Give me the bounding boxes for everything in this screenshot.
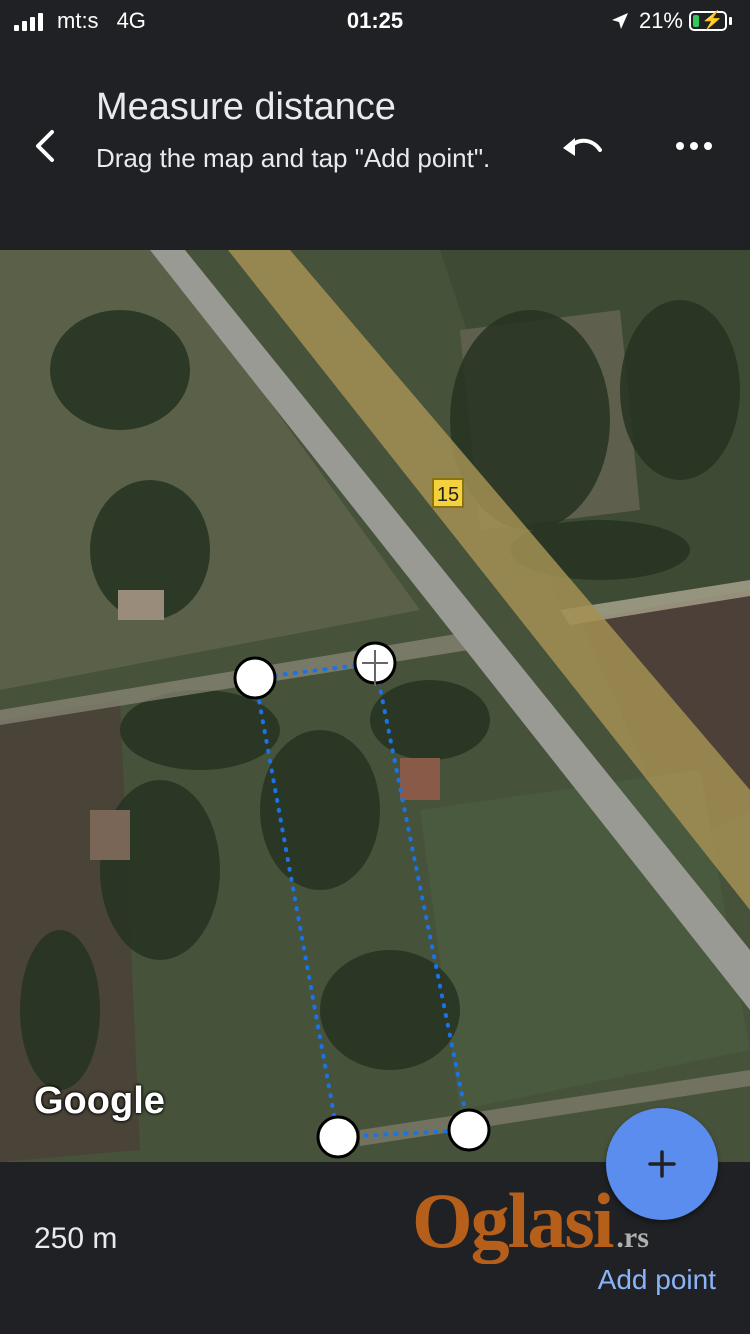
add-icon (648, 1150, 676, 1178)
add-point-fab[interactable] (606, 1108, 718, 1220)
back-arrow-icon[interactable] (28, 126, 68, 166)
satellite-map[interactable]: 15 Google (0, 250, 750, 1162)
measure-point[interactable] (447, 1108, 491, 1152)
status-bar: mt:s 4G 01:25 21% ⚡ (0, 0, 750, 44)
page-title: Measure distance (96, 86, 396, 128)
page-subtitle: Drag the map and tap "Add point". (96, 143, 491, 173)
measurement-overlay (233, 641, 491, 1159)
header: Measure distance Drag the map and tap "A… (0, 44, 750, 250)
total-distance: 250 m (34, 1222, 118, 1255)
location-arrow-icon (611, 13, 628, 29)
measure-point[interactable] (316, 1115, 360, 1159)
battery-percent: 21% (638, 8, 683, 33)
undo-icon[interactable] (560, 126, 606, 166)
add-point-button[interactable]: Add point (598, 1264, 716, 1296)
battery-charging-icon: ⚡ (689, 10, 727, 31)
google-logo: Google (34, 1080, 165, 1122)
measure-point[interactable] (233, 656, 277, 700)
more-options-icon[interactable] (674, 126, 714, 166)
measurement-path (253, 660, 472, 1140)
